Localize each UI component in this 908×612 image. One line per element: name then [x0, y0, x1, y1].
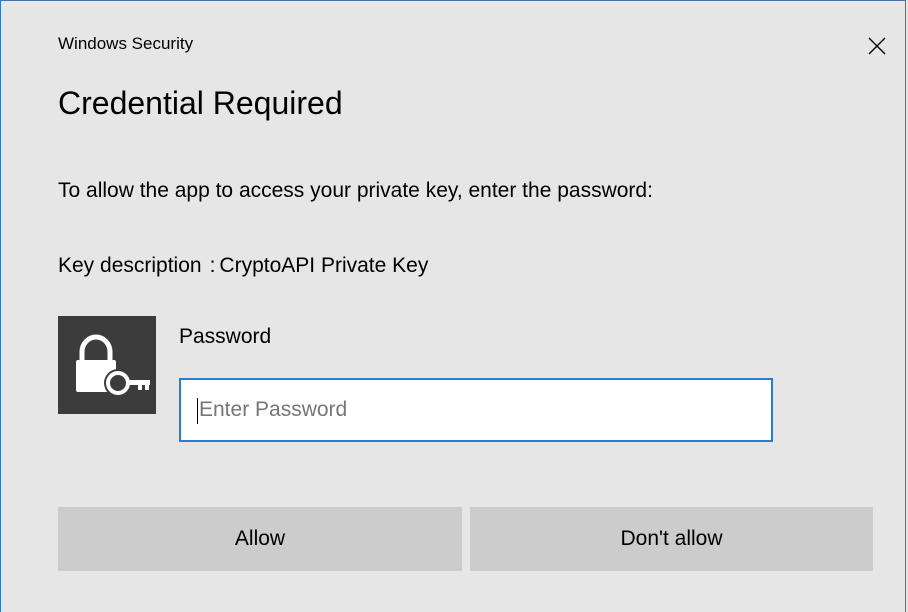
password-label: Password	[179, 325, 272, 348]
allow-button[interactable]: Allow	[58, 507, 462, 571]
key-description: Key description: CryptoAPI Private Key	[58, 254, 428, 278]
key-description-label: Key description	[58, 254, 202, 277]
close-button[interactable]	[859, 28, 895, 64]
password-input[interactable]	[179, 378, 773, 442]
windows-security-dialog: Windows Security Credential Required To …	[0, 0, 906, 612]
lock-key-icon	[58, 316, 156, 414]
credential-tile	[58, 316, 156, 414]
key-description-value: CryptoAPI Private Key	[219, 254, 429, 277]
dont-allow-button[interactable]: Don't allow	[470, 507, 873, 571]
close-icon	[868, 37, 886, 55]
dialog-title: Credential Required	[58, 85, 343, 121]
key-description-separator: :	[209, 254, 216, 277]
window-caption: Windows Security	[58, 34, 194, 53]
prompt-message: To allow the app to access your private …	[58, 179, 653, 202]
text-caret	[197, 398, 198, 424]
